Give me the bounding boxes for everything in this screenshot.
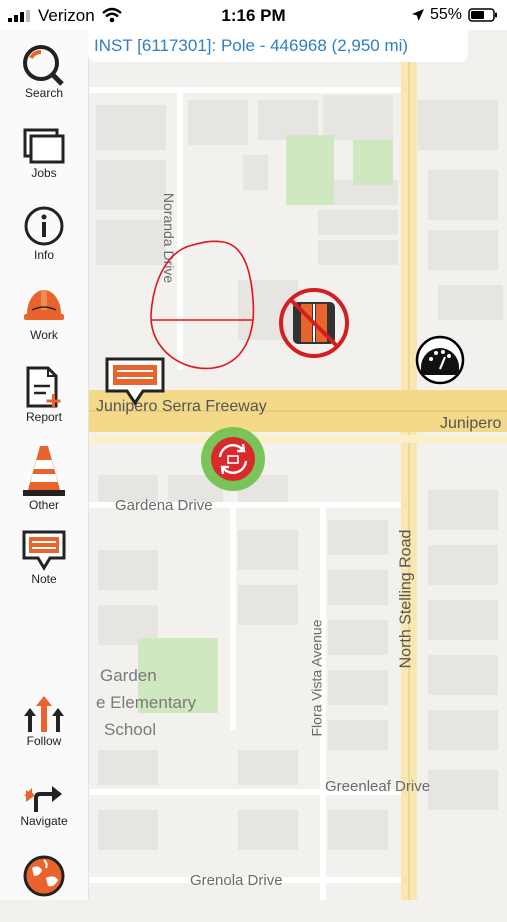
road-label-freeway-east: Junipero [440, 415, 502, 432]
road-label-grenola: Grenola Drive [190, 872, 283, 889]
sidebar-item-label: Other [28, 498, 59, 512]
selected-asset-banner[interactable]: INST [6117301]: Pole - 446968 (2,950 mi) [88, 30, 468, 62]
school-label-line1: Garden [100, 666, 157, 685]
sidebar-item-jobs[interactable]: Jobs [2, 122, 86, 192]
battery-icon [468, 8, 497, 22]
info-icon [24, 206, 64, 246]
jobs-icon [23, 128, 65, 164]
sidebar: Search Jobs Info Work Report Other Note … [0, 30, 89, 900]
selected-asset-text: INST [6117301]: Pole - 446968 (2,950 mi) [94, 36, 409, 55]
navigate-icon [24, 786, 62, 812]
map-base [88, 30, 507, 900]
hardhat-icon [24, 290, 64, 320]
battery-percent: 55% [430, 6, 463, 23]
sidebar-item-work[interactable]: Work [2, 282, 86, 352]
sidebar-item-navigate[interactable]: Navigate [2, 770, 86, 840]
carrier-name: Verizon [38, 6, 95, 25]
sidebar-item-other[interactable]: Other [2, 442, 86, 512]
sidebar-item-label: Note [31, 572, 57, 586]
globe-icon [23, 855, 65, 897]
road-closed-marker[interactable] [277, 286, 351, 360]
sidebar-item-label: Info [33, 248, 54, 262]
status-bar: Verizon 1:16 PM 55% [0, 0, 507, 30]
sidebar-item-globe[interactable] [2, 852, 86, 922]
sidebar-item-info[interactable]: Info [2, 202, 86, 272]
location-arrow-icon [412, 9, 424, 21]
sidebar-item-note[interactable]: Note [2, 528, 86, 598]
report-icon [26, 366, 61, 408]
traffic-cone-icon [23, 446, 65, 496]
sidebar-item-label: Follow [26, 734, 62, 748]
road-label-gardena: Gardena Drive [115, 497, 213, 514]
school-label-line2: e Elementary [96, 693, 197, 712]
sidebar-item-report[interactable]: Report [2, 364, 86, 434]
sidebar-item-label: Work [30, 328, 58, 342]
signal-icon [8, 10, 30, 22]
road-label-stelling: North Stelling Road [397, 529, 415, 669]
wifi-icon [102, 7, 122, 23]
note-icon [22, 530, 66, 571]
sidebar-item-search[interactable]: Search [2, 42, 86, 112]
school-label-line3: School [104, 720, 156, 739]
sidebar-item-follow[interactable]: Follow [2, 690, 86, 760]
gauge-marker[interactable] [415, 335, 465, 385]
follow-arrows-icon [24, 696, 64, 732]
sidebar-item-label: Search [24, 86, 64, 100]
search-icon [23, 45, 64, 86]
sidebar-item-label: Jobs [31, 166, 57, 180]
sidebar-item-label: Report [25, 410, 63, 424]
note-marker[interactable] [103, 355, 167, 407]
map-view[interactable]: Junipero Serra Freeway Junipero Noranda … [88, 30, 507, 900]
road-label-greenleaf: Greenleaf Drive [325, 778, 431, 795]
sync-marker[interactable] [200, 426, 266, 492]
road-label-flora-vista: Flora Vista Avenue [308, 619, 325, 737]
sidebar-item-label: Navigate [20, 814, 68, 828]
